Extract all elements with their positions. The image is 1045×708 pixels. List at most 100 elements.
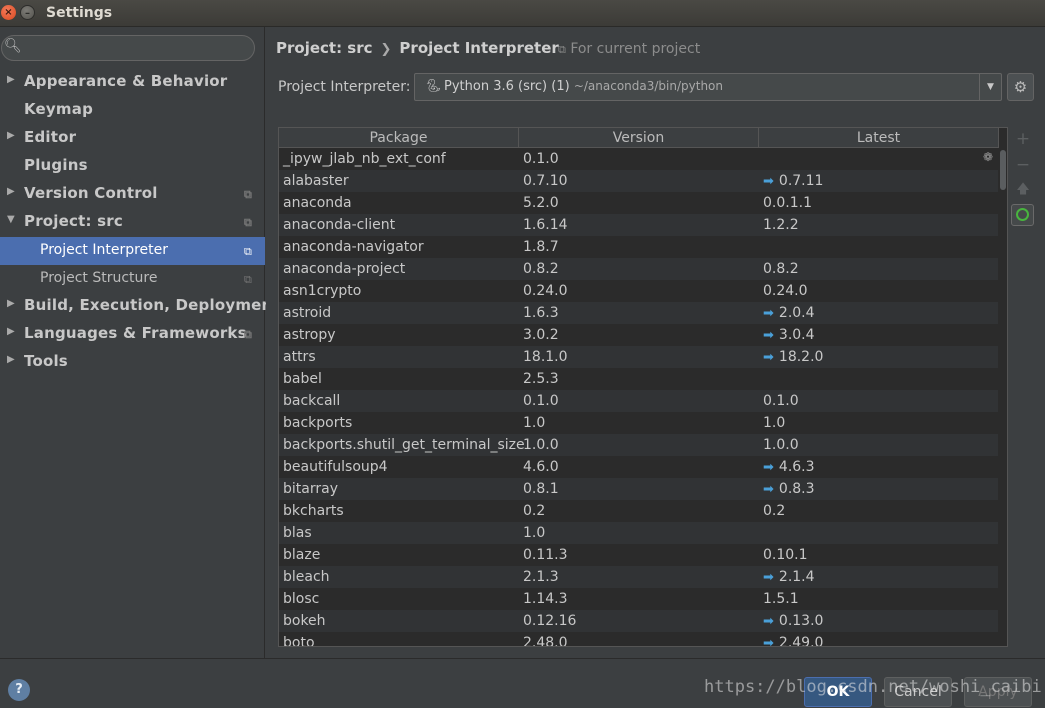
table-row[interactable]: bitarray 0.8.1 ➡ 0.8.3: [279, 478, 998, 500]
table-row[interactable]: boto 2.48.0 ➡ 2.49.0: [279, 632, 998, 647]
sidebar-item-project[interactable]: ▼ Project: src ⧉: [0, 208, 265, 236]
minus-icon: −: [1015, 155, 1031, 175]
sidebar-item-plugins[interactable]: Plugins: [0, 152, 265, 180]
package-name-cell: anaconda-project: [283, 261, 406, 277]
expand-arrow-icon[interactable]: ▶: [7, 354, 15, 365]
latest-version-cell: 0.10.1: [763, 547, 808, 563]
package-name-cell: bokeh: [283, 613, 326, 629]
table-row[interactable]: blas 1.0: [279, 522, 998, 544]
sidebar-item-keymap[interactable]: Keymap: [0, 96, 265, 124]
table-row[interactable]: beautifulsoup4 4.6.0 ➡ 4.6.3: [279, 456, 998, 478]
sidebar-item-appearance[interactable]: ▶ Appearance & Behavior: [0, 68, 265, 96]
breadcrumb-page: Project Interpreter: [399, 39, 559, 57]
gear-icon: ⚙: [1013, 78, 1028, 96]
expand-arrow-icon[interactable]: ▶: [7, 74, 15, 85]
table-row[interactable]: bkcharts 0.2 0.2: [279, 500, 998, 522]
table-scrollbar[interactable]: [999, 148, 1007, 646]
table-row[interactable]: _ipyw_jlab_nb_ext_conf 0.1.0: [279, 148, 998, 170]
interpreter-settings-gear-button[interactable]: ⚙: [1007, 73, 1034, 101]
latest-version-cell: ➡ 0.7.11: [763, 173, 824, 189]
table-row[interactable]: attrs 18.1.0 ➡ 18.2.0: [279, 346, 998, 368]
expand-arrow-icon[interactable]: ▶: [7, 298, 15, 309]
interpreter-path: ~/anaconda3/bin/python: [573, 79, 723, 93]
version-cell: 2.48.0: [523, 635, 568, 647]
upgrade-available-icon: ➡: [763, 614, 774, 629]
latest-version-cell: ➡ 2.0.4: [763, 305, 815, 321]
table-row[interactable]: anaconda 5.2.0 0.0.1.1: [279, 192, 998, 214]
sidebar-item-tools[interactable]: ▶ Tools: [0, 348, 265, 376]
expand-arrow-icon[interactable]: ▶: [7, 326, 15, 337]
sidebar-item-version-control[interactable]: ▶ Version Control ⧉: [0, 180, 265, 208]
table-row[interactable]: backcall 0.1.0 0.1.0: [279, 390, 998, 412]
table-row[interactable]: babel 2.5.3: [279, 368, 998, 390]
sidebar-item-editor[interactable]: ▶ Editor: [0, 124, 265, 152]
collapse-arrow-icon[interactable]: ▼: [7, 214, 15, 225]
search-icon: 🔍︎: [4, 38, 22, 54]
table-row[interactable]: backports.shutil_get_terminal_size 1.0.0 1…: [279, 434, 998, 456]
dropdown-arrow-icon[interactable]: ▼: [979, 74, 1001, 100]
settings-content: Project: src ❯ Project Interpreter ⧉ For c…: [266, 27, 1045, 658]
upgrade-available-icon: ➡: [763, 570, 774, 585]
sidebar-item-build[interactable]: ▶ Build, Execution, Deployment: [0, 292, 280, 320]
interpreter-name: Python 3.6 (src) (1): [444, 79, 570, 94]
package-name-cell: bleach: [283, 569, 330, 585]
latest-version-cell: ➡ 0.13.0: [763, 613, 824, 629]
version-cell: 0.1.0: [523, 151, 559, 167]
table-row[interactable]: astroid 1.6.3 ➡ 2.0.4: [279, 302, 998, 324]
loading-spinner-icon: ❁: [983, 150, 994, 164]
table-row[interactable]: anaconda-navigator 1.8.7: [279, 236, 998, 258]
package-name-cell: blosc: [283, 591, 320, 607]
package-name-cell: bkcharts: [283, 503, 344, 519]
project-scope-icon: ⧉: [244, 273, 252, 286]
version-cell: 0.24.0: [523, 283, 568, 299]
watermark-text: https://blog.csdn.net/woshi_caibi: [704, 677, 1042, 697]
use-conda-toggle-button[interactable]: [1011, 204, 1034, 226]
add-package-button[interactable]: +: [1010, 127, 1036, 151]
scrollbar-thumb[interactable]: [1000, 150, 1006, 190]
version-cell: 1.6.3: [523, 305, 559, 321]
table-row[interactable]: anaconda-client 1.6.14 1.2.2: [279, 214, 998, 236]
table-row[interactable]: astropy 3.0.2 ➡ 3.0.4: [279, 324, 998, 346]
latest-version-cell: ➡ 2.1.4: [763, 569, 815, 585]
minimize-window-button[interactable]: –: [20, 5, 35, 20]
table-row[interactable]: alabaster 0.7.10 ➡ 0.7.11: [279, 170, 998, 192]
project-scope-icon: ⧉: [244, 188, 253, 201]
upgrade-available-icon: ➡: [763, 306, 774, 321]
interpreter-select[interactable]: 🐍︎ Python 3.6 (src) (1) ~/anaconda3/bin/…: [414, 73, 1002, 101]
version-cell: 0.7.10: [523, 173, 568, 189]
column-header-package[interactable]: Package: [279, 128, 519, 148]
sidebar-item-languages[interactable]: ▶ Languages & Frameworks ⧉: [0, 320, 265, 348]
table-row[interactable]: blosc 1.14.3 1.5.1: [279, 588, 998, 610]
upgrade-package-button[interactable]: 🡅: [1010, 178, 1036, 202]
table-row[interactable]: bleach 2.1.3 ➡ 2.1.4: [279, 566, 998, 588]
settings-search-input[interactable]: 🔍︎: [1, 35, 255, 61]
package-name-cell: astropy: [283, 327, 336, 343]
dialog-footer: ? OK Cancel Apply https://blog.csdn.net/…: [0, 658, 1045, 708]
table-row[interactable]: backports 1.0 1.0: [279, 412, 998, 434]
latest-version-cell: ➡ 0.8.3: [763, 481, 815, 497]
package-name-cell: asn1crypto: [283, 283, 362, 299]
close-window-button[interactable]: ×: [1, 5, 16, 20]
sidebar-item-project-interpreter[interactable]: Project Interpreter ⧉: [0, 237, 265, 265]
version-cell: 1.0.0: [523, 437, 559, 453]
package-name-cell: backports: [283, 415, 353, 431]
sidebar-item-project-structure[interactable]: Project Structure ⧉: [0, 265, 265, 293]
latest-version-cell: ➡ 3.0.4: [763, 327, 815, 343]
window-title: Settings: [46, 5, 113, 21]
table-row[interactable]: anaconda-project 0.8.2 0.8.2: [279, 258, 998, 280]
version-cell: 1.8.7: [523, 239, 559, 255]
table-row[interactable]: asn1crypto 0.24.0 0.24.0: [279, 280, 998, 302]
table-row[interactable]: blaze 0.11.3 0.10.1: [279, 544, 998, 566]
package-name-cell: anaconda-client: [283, 217, 396, 233]
settings-sidebar: 🔍︎ ▶ Appearance & Behavior Keymap ▶ Edit…: [0, 27, 280, 658]
column-header-version[interactable]: Version: [519, 128, 759, 148]
table-row[interactable]: bokeh 0.12.16 ➡ 0.13.0: [279, 610, 998, 632]
version-cell: 1.6.14: [523, 217, 568, 233]
column-header-latest[interactable]: Latest: [759, 128, 999, 148]
help-button[interactable]: ?: [8, 679, 30, 701]
expand-arrow-icon[interactable]: ▶: [7, 130, 15, 141]
latest-version-cell: ➡ 4.6.3: [763, 459, 815, 475]
remove-package-button[interactable]: −: [1010, 153, 1036, 177]
expand-arrow-icon[interactable]: ▶: [7, 186, 15, 197]
version-cell: 0.8.1: [523, 481, 559, 497]
